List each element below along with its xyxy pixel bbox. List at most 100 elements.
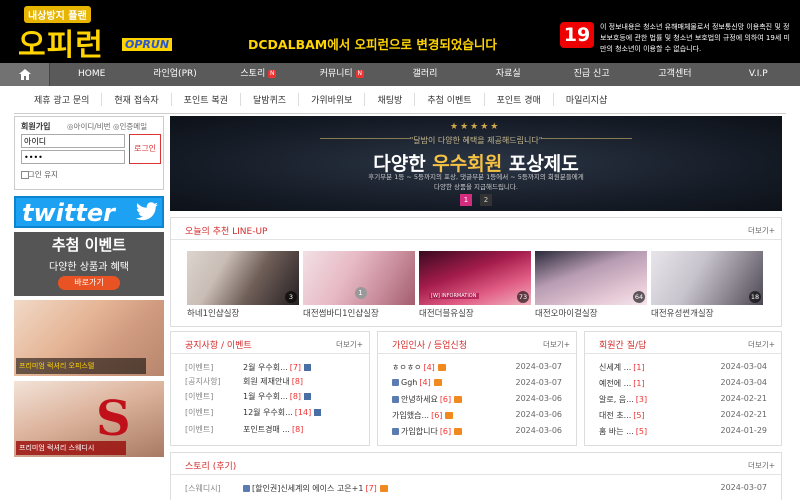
twitter-banner[interactable]: twitter (14, 196, 164, 228)
login-button[interactable]: 로그인 (129, 134, 161, 164)
age-warning-text: 이 정보내용은 청소년 유해매체물로서 정보통신망 이용촉진 및 정보보호등에 … (600, 23, 790, 53)
nav-item-gallery[interactable]: 갤러리 (383, 63, 466, 86)
banner-description: 후기부분 1등 ~ 5등까지의 포상, 댓글부분 1등에서 ~ 5등까지의 회원… (368, 173, 584, 191)
user-icon (392, 379, 399, 386)
password-input[interactable] (21, 150, 125, 164)
signup-link[interactable]: 회원가입 (21, 121, 50, 132)
subnav-item-mileage-shop[interactable]: 마일리지샵 (554, 93, 619, 106)
banner-page-1[interactable]: 1 (460, 194, 472, 206)
list-item[interactable]: 안녕하세요 [6] 2024-03-06 (392, 394, 570, 408)
nav-item-support[interactable]: 고객센터 (633, 63, 716, 86)
user-icon (392, 428, 399, 435)
lineup-caption[interactable]: 대전유성썬개실장 (651, 307, 714, 319)
subnav-item-raffle[interactable]: 추첨 이벤트 (415, 93, 485, 106)
new-badge: N (355, 69, 364, 78)
section-title: 오늘의 추천 LINE-UP (185, 227, 268, 237)
user-icon (392, 396, 399, 403)
greeting-section: 가입인사 / 등업신청 더보기+ ㅎㅇㅎㅇ [4] 2024-03-07 Ggh [4… (377, 331, 577, 446)
photo-count: 18 (749, 291, 761, 303)
nav-item-community[interactable]: 커뮤니티 N (300, 63, 383, 86)
lineup-caption[interactable]: 대전오마이걸실장 (535, 307, 598, 319)
subnav-item-quiz[interactable]: 달밤퀴즈 (241, 93, 300, 106)
new-icon (445, 412, 454, 419)
story-review-section: 스토리 (후기) 더보기+ [스웨디시] [할인권]신세계의 에이스 고은+1 [7… (170, 452, 782, 500)
more-link[interactable]: 더보기+ (543, 339, 570, 350)
list-item[interactable]: ㅎㅇㅎㅇ [4] 2024-03-07 (392, 362, 570, 376)
lineup-thumbnail[interactable]: 3 (187, 251, 299, 305)
age-19-badge: 19 (560, 22, 594, 48)
raffle-event-banner[interactable]: 추첨 이벤트 다양한 상품과 혜택 바로가기 (14, 232, 164, 296)
more-link[interactable]: 더보기+ (748, 225, 775, 236)
list-item[interactable]: 예전에 ... [1] 2024-03-04 (599, 378, 775, 392)
find-account-links[interactable]: ◎아이디/비번 ◎인증메일 (67, 121, 147, 132)
banner-subtitle: "달밤이 다양한 혜택을 제공해드립니다" (409, 136, 543, 145)
file-icon (304, 364, 312, 371)
subnav-item-auction[interactable]: 포인트 경매 (485, 93, 554, 106)
home-icon-button[interactable] (0, 63, 50, 86)
home-icon (18, 69, 31, 80)
logo-text: 오피런 (18, 28, 104, 63)
section-header: 스토리 (후기) 더보기+ (171, 453, 781, 475)
user-id-input[interactable] (21, 134, 125, 148)
list-item[interactable]: Ggh [4] 2024-03-07 (392, 378, 570, 392)
sub-nav: 제휴 광고 문의 현재 접속자 포인트 복권 달밤퀴즈 가위바위보 채팅방 추첨… (14, 86, 786, 114)
site-logo[interactable]: 내상방지 플랜 오피런 OPRUN (14, 4, 174, 63)
more-link[interactable]: 더보기+ (748, 460, 775, 471)
new-icon (454, 428, 463, 435)
section-header: 회원간 질/답 더보기+ (585, 332, 781, 354)
nav-item-home[interactable]: HOME (50, 63, 133, 86)
list-item[interactable]: 가입합니다 [6] 2024-03-06 (392, 426, 570, 440)
more-link[interactable]: 더보기+ (748, 339, 775, 350)
lineup-thumbnail[interactable]: 1 (303, 251, 415, 305)
list-item[interactable]: [이벤트] 포인트경매 ... [8] (185, 424, 363, 438)
lineup-thumbnail[interactable]: 18 (651, 251, 763, 305)
nav-item-lineup[interactable]: 라인업(PR) (133, 63, 216, 86)
keep-login-checkbox[interactable]: 로그인 유지 (21, 169, 58, 180)
lineup-caption[interactable]: 대전썸바디1인샵실장 (303, 307, 379, 319)
banner-page-2[interactable]: 2 (480, 194, 492, 206)
main-nav: HOME 라인업(PR) 스토리 N 커뮤니티 N 갤러리 자료실 진급 신고 고객… (0, 63, 800, 86)
section-header: 오늘의 추천 LINE-UP 더보기+ (171, 218, 781, 240)
lineup-caption[interactable]: 대전더블유실장 (419, 307, 474, 319)
new-icon (454, 396, 463, 403)
lineup-thumbnail[interactable]: [W] INFORMATION 73 (419, 251, 531, 305)
twitter-bird-icon (136, 202, 158, 221)
list-item[interactable]: 신세계 ... [1] 2024-03-04 (599, 362, 775, 376)
list-item[interactable]: [공지사항] 회원 제재안내 [8] (185, 376, 363, 390)
list-item[interactable]: [이벤트] 1월 우수회... [8] (185, 391, 363, 405)
photo-count: 3 (285, 291, 297, 303)
subnav-item-chat[interactable]: 채팅방 (365, 93, 416, 106)
site-header: 내상방지 플랜 오피런 OPRUN DCDALBAM에서 오피런으로 변경되었습… (0, 0, 800, 63)
list-item[interactable]: 홈 바는 ... [5] 2024-01-29 (599, 426, 775, 440)
list-item[interactable]: [스웨디시] [할인권]신세계의 에이스 고은+1 [7] 2024-03-07 (185, 483, 775, 497)
subnav-item-ad-inquiry[interactable]: 제휴 광고 문의 (22, 93, 103, 106)
list-item[interactable]: [이벤트] 12월 우수회... [14] (185, 407, 363, 421)
list-item[interactable]: [이벤트] 2월 우수회... [7] (185, 362, 363, 376)
subnav-item-online-users[interactable]: 현재 접속자 (102, 93, 172, 106)
photo-count: 64 (633, 291, 645, 303)
divider (542, 138, 632, 139)
login-panel: 회원가입 ◎아이디/비번 ◎인증메일 로그인 로그인 유지 (14, 116, 164, 190)
subnav-item-rps[interactable]: 가위바위보 (299, 93, 366, 106)
stars-decoration: ★★★★★ (450, 122, 501, 132)
section-title: 스토리 (후기) (185, 462, 237, 472)
list-item[interactable]: 알로, 음... [3] 2024-02-21 (599, 394, 775, 408)
nav-item-story[interactable]: 스토리 N (217, 63, 300, 86)
list-item[interactable]: 대전 초... [5] 2024-02-21 (599, 410, 775, 424)
lineup-thumbnail[interactable]: 64 (535, 251, 647, 305)
nav-item-vip[interactable]: V.I.P (717, 63, 800, 86)
section-title: 회원간 질/답 (599, 341, 647, 351)
subnav-item-point-lottery[interactable]: 포인트 복권 (172, 93, 241, 106)
list-item[interactable]: 가입했습... [6] 2024-03-06 (392, 410, 570, 424)
ad-banner-officetel[interactable]: 프리미엄 럭셔리 오피스텔 (14, 300, 164, 376)
more-link[interactable]: 더보기+ (336, 339, 363, 350)
main-banner[interactable]: ★★★★★ "달밤이 다양한 혜택을 제공해드립니다" 다양한 우수회원 포상제… (170, 116, 782, 211)
raffle-go-button[interactable]: 바로가기 (58, 276, 120, 290)
nav-item-promotion[interactable]: 진급 신고 (550, 63, 633, 86)
lineup-caption[interactable]: 하네1인샵실장 (187, 307, 239, 319)
new-icon (433, 379, 442, 386)
section-title: 가입인사 / 등업신청 (392, 341, 467, 351)
checkbox-icon (21, 170, 29, 179)
nav-item-archive[interactable]: 자료실 (467, 63, 550, 86)
ad-banner-swedish[interactable]: S 프리미엄 럭셔리 스웨디시 (14, 381, 164, 457)
